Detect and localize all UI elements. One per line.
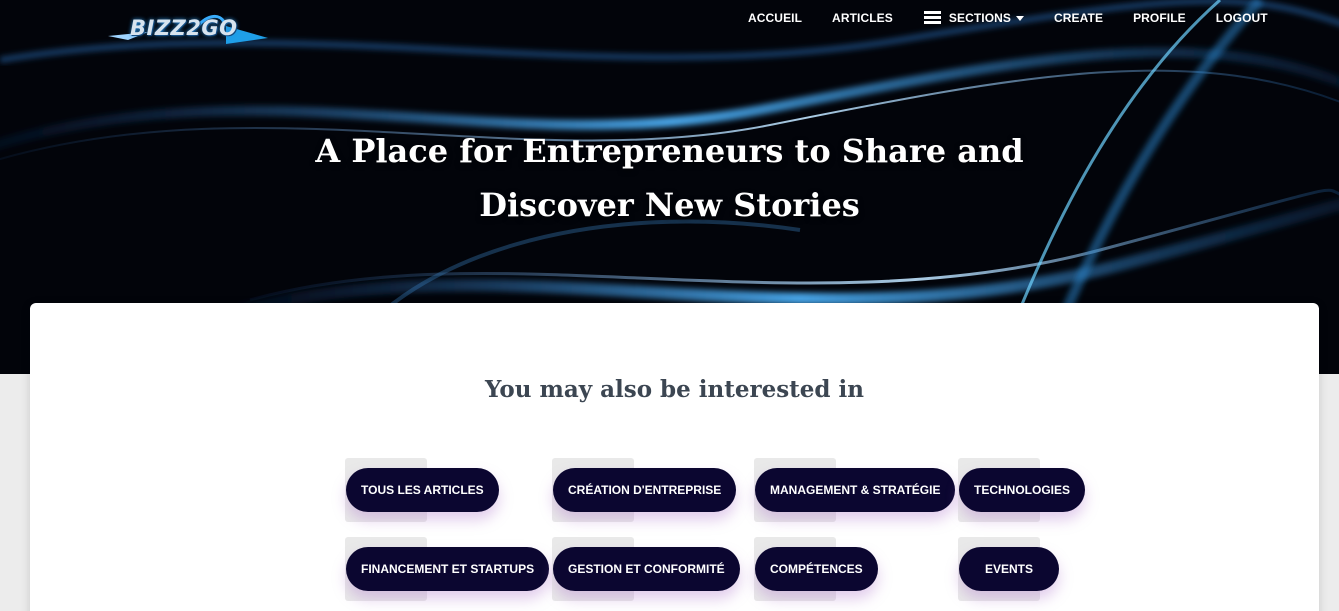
nav-accueil-link[interactable]: ACCUEIL (748, 11, 802, 25)
category-chip-creation-entreprise[interactable]: CRÉATION D'ENTREPRISE (553, 468, 737, 512)
category-chip-events[interactable]: EVENTS (959, 547, 1059, 591)
suggestions-card: You may also be interested in TOUS LES A… (30, 303, 1319, 611)
caret-down-icon (1016, 15, 1025, 21)
hero-headline: A Place for Entrepreneurs to Share and D… (0, 124, 1339, 232)
category-chip-competences[interactable]: COMPÉTENCES (755, 547, 878, 591)
main-navigation: ACCUEIL ARTICLES SECTIONS CREATE PROFILE… (0, 0, 1339, 36)
nav-articles-link[interactable]: ARTICLES (832, 11, 893, 25)
nav-logout-link[interactable]: LOGOUT (1216, 11, 1268, 25)
suggestions-title: You may also be interested in (485, 376, 864, 403)
scroll-indicator (48, 606, 338, 611)
nav-sections-dropdown[interactable]: SECTIONS (923, 11, 1025, 25)
category-chip-technologies[interactable]: TECHNOLOGIES (959, 468, 1086, 512)
nav-sections-label: SECTIONS (948, 11, 1012, 25)
nav-create-link[interactable]: CREATE (1054, 11, 1103, 25)
nav-menu: ACCUEIL ARTICLES SECTIONS CREATE PROFILE… (735, 11, 1268, 25)
hamburger-icon (923, 11, 941, 25)
hero-headline-line-1: A Place for Entrepreneurs to Share and (315, 132, 1024, 170)
category-chip-gestion-conformite[interactable]: GESTION ET CONFORMITÉ (553, 547, 740, 591)
hero-headline-line-2: Discover New Stories (479, 186, 860, 224)
category-chip-management-strategie[interactable]: MANAGEMENT & STRATÉGIE (755, 468, 956, 512)
nav-profile-link[interactable]: PROFILE (1133, 11, 1186, 25)
category-chip-financement-startups[interactable]: FINANCEMENT ET STARTUPS (346, 547, 550, 591)
category-chip-tous-les-articles[interactable]: TOUS LES ARTICLES (346, 468, 499, 512)
